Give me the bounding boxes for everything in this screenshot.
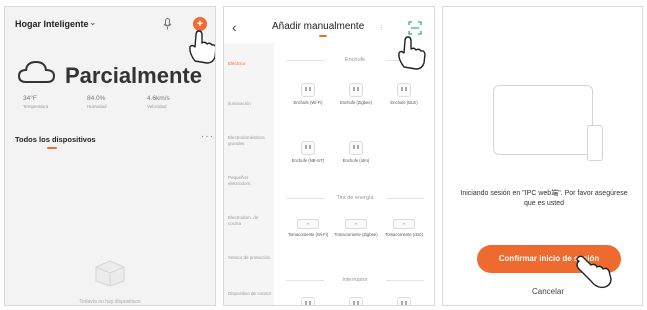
back-arrow-icon[interactable]: ‹ (232, 19, 237, 35)
tap-hand-icon (398, 36, 426, 70)
more-options-icon[interactable]: ··· (201, 131, 214, 142)
device-tira-otro[interactable]: ▪▪ Tomacorriente (otro) (382, 219, 426, 238)
plug-icon (349, 83, 363, 97)
device-enchufe-ble[interactable]: Enchufe (BLE) (382, 83, 426, 106)
device-interruptor-3[interactable] (382, 297, 426, 305)
category-item[interactable]: Iluminación (228, 101, 272, 107)
empty-box-icon (95, 260, 125, 287)
section-divider (386, 198, 424, 199)
category-item[interactable]: Electrodomésticos grandes (228, 135, 272, 147)
device-interruptor-2[interactable] (334, 297, 378, 305)
plug-icon (397, 83, 411, 97)
home-header: Hogar Inteligente ⌄ + (5, 7, 215, 43)
category-item[interactable]: Eléctrico (228, 61, 272, 67)
stat-value: 34°F (23, 95, 37, 102)
tab-all-devices[interactable]: Todos los dispositivos (15, 135, 96, 144)
device-enchufe-otro[interactable]: Enchufe (otro) (334, 141, 378, 164)
cloud-icon (17, 60, 56, 83)
category-item[interactable]: Sensor de protección (228, 255, 272, 261)
weather-condition: Parcialmente (65, 63, 202, 88)
section-divider (386, 280, 424, 281)
plug-icon (301, 83, 315, 97)
category-item[interactable]: Dispositivo de control (228, 291, 272, 297)
header-separator: ⁝ (380, 23, 383, 32)
power-strip-icon: ▪▪ (393, 219, 415, 229)
device-enchufe-zigbee[interactable]: Enchufe (Zigbee) (334, 83, 378, 106)
tablet-illustration (493, 85, 593, 155)
humidity-stat: 84.0% Humedad (87, 95, 135, 109)
temperature-stat: 34°F Temperatura (23, 95, 71, 109)
category-sidebar: Eléctrico Iluminación Electrodomésticos … (224, 43, 274, 305)
add-manually-panel: ‹ Añadir manualmente ⁝ Eléctrico Ilumina… (223, 6, 435, 306)
device-label: Enchufe (BLE) (390, 100, 418, 105)
stat-label: Humedad (87, 104, 107, 109)
device-label: Tomacorriente (Zigbee) (334, 232, 378, 237)
switch-icon (301, 297, 315, 305)
power-strip-icon: ▪▪ (345, 219, 367, 229)
home-selector[interactable]: Hogar Inteligente (15, 19, 89, 29)
power-strip-icon: ▪▪ (297, 219, 319, 229)
device-tira-wifi[interactable]: ▪▪ Tomacorriente (Wi-Fi) (286, 219, 330, 238)
wind-stat: 4.6km/s Velocidad (147, 95, 195, 109)
switch-icon (349, 297, 363, 305)
device-interruptor-1[interactable] (286, 297, 330, 305)
device-enchufe-nbiot[interactable]: Enchufe (NB-IoT) (286, 141, 330, 164)
title-indicator (319, 35, 327, 37)
empty-state-text: Todavía no hay dispositivos (79, 299, 141, 305)
plug-icon (301, 141, 315, 155)
plug-icon (349, 141, 363, 155)
device-label: Enchufe (Zigbee) (339, 100, 373, 105)
stat-value: 84.0% (87, 95, 106, 102)
device-label: Tomacorriente (Wi-Fi) (287, 232, 329, 237)
phone-illustration (587, 125, 603, 161)
device-enchufe-wifi[interactable]: Enchufe (Wi-Fi) (286, 83, 330, 106)
page-title: Añadir manualmente (272, 21, 365, 32)
switch-icon (397, 297, 411, 305)
stat-label: Temperatura (23, 104, 49, 109)
device-label: Tomacorriente (otro) (385, 232, 423, 237)
login-confirm-panel: Iniciando sesión en "IPC web端". Por favo… (442, 6, 643, 306)
stat-label: Velocidad (147, 104, 167, 109)
chevron-down-icon[interactable]: ⌄ (89, 17, 97, 28)
device-label: Enchufe (otro) (342, 158, 370, 163)
home-screen-panel: Hogar Inteligente ⌄ + Parcialmente 34°F … (4, 6, 216, 306)
device-label: Enchufe (NB-IoT) (291, 158, 325, 163)
microphone-icon[interactable] (163, 18, 172, 30)
login-message: Iniciando sesión en "IPC web端". Por favo… (460, 190, 628, 208)
device-label: Enchufe (Wi-Fi) (293, 100, 323, 105)
tap-hand-icon (189, 30, 215, 64)
tab-indicator (47, 147, 57, 149)
category-item[interactable]: Pequeños electrodom. (228, 175, 272, 187)
category-item[interactable]: Electrodom. de cocina (228, 215, 272, 227)
device-tira-zigbee[interactable]: ▪▪ Tomacorriente (Zigbee) (334, 219, 378, 238)
stat-value: 4.6km/s (147, 95, 170, 102)
tap-hand-icon (576, 255, 612, 289)
